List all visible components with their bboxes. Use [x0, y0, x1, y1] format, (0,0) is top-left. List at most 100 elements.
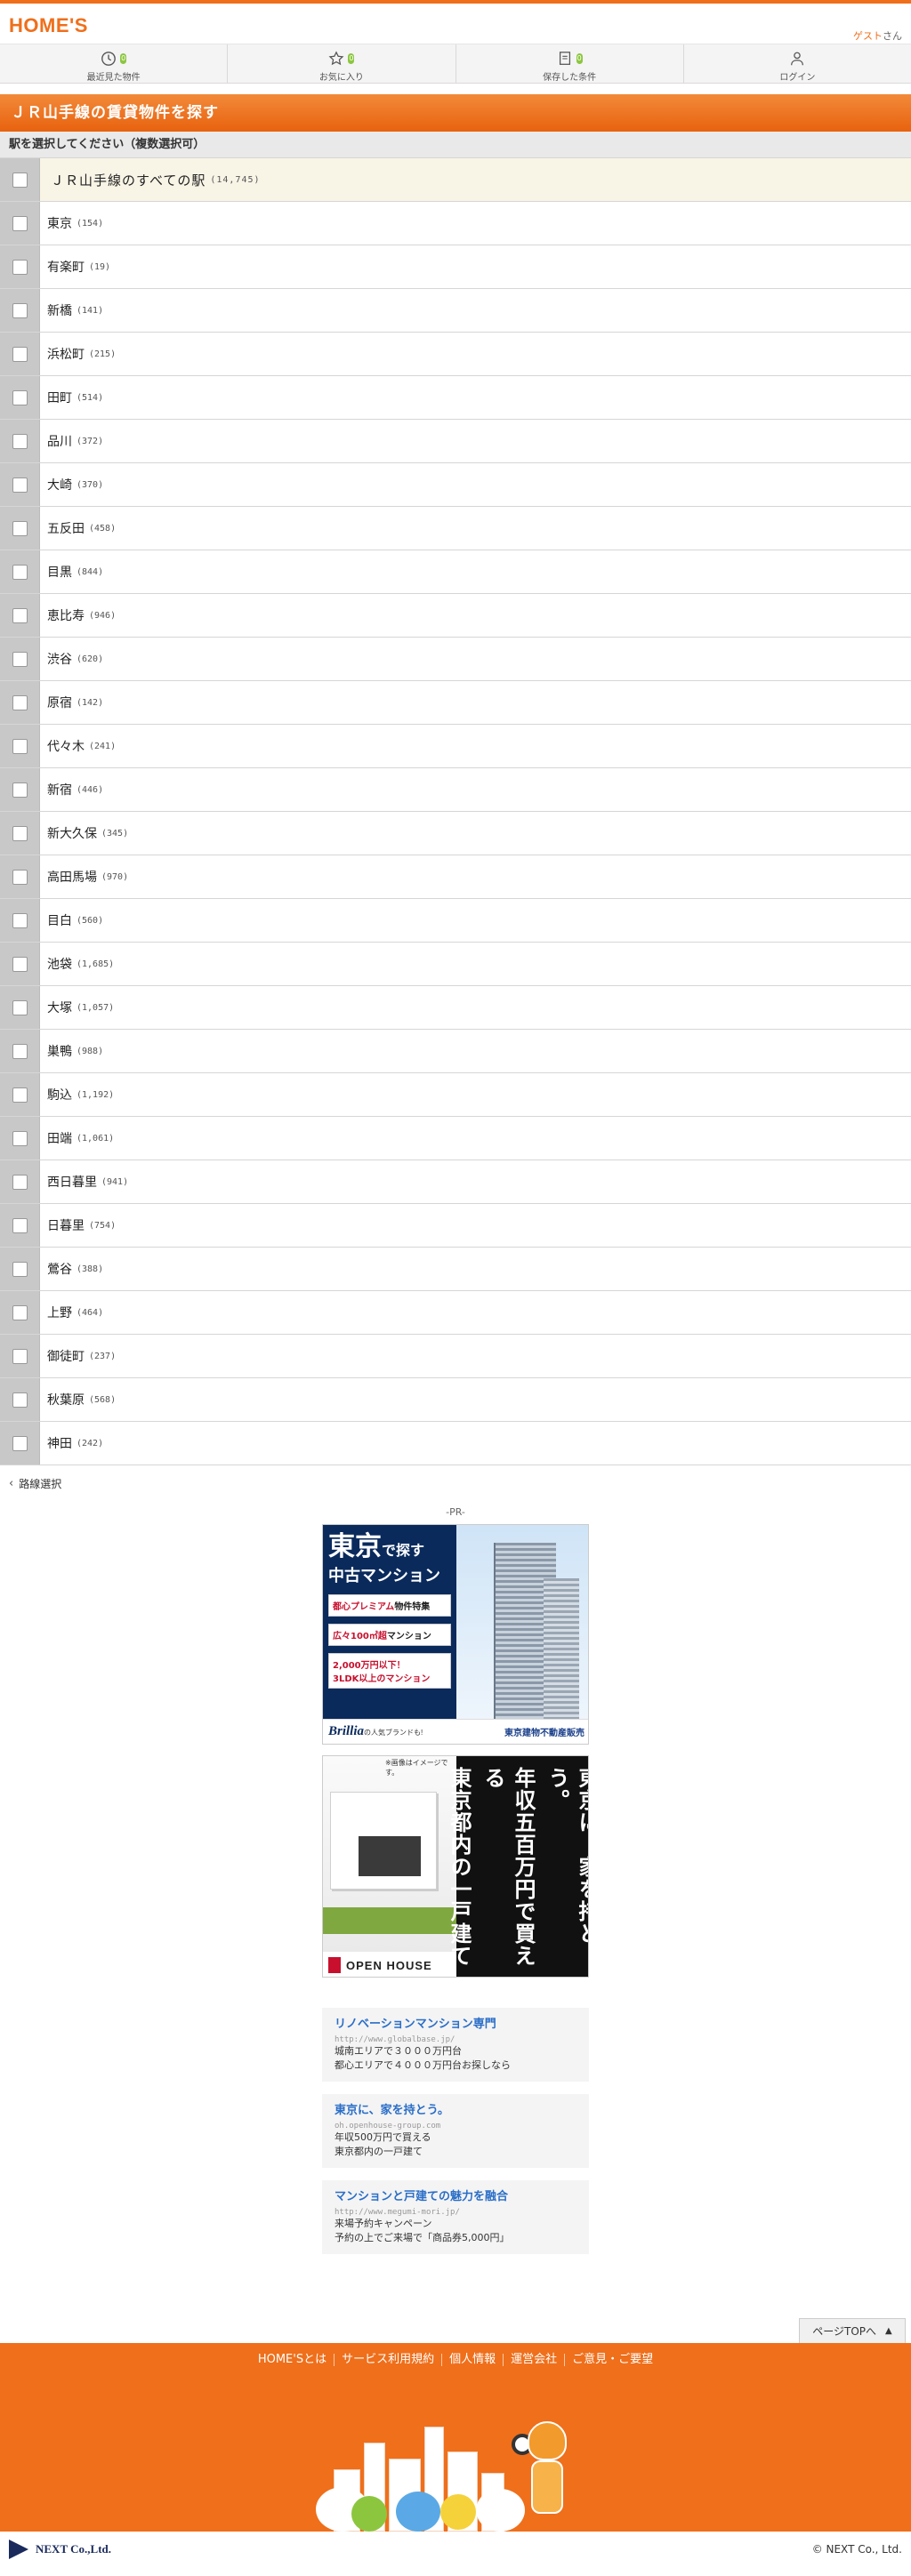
checkbox[interactable] [12, 1261, 28, 1277]
checkbox-cell[interactable] [0, 1378, 40, 1421]
checkbox-cell[interactable] [0, 855, 40, 898]
checkbox[interactable] [12, 1392, 28, 1408]
checkbox-cell[interactable] [0, 1117, 40, 1160]
station-row[interactable]: 巣鴨 (988) [0, 1030, 911, 1073]
station-row-all[interactable]: ＪＲ山手線のすべての駅 (14,745) [0, 158, 911, 202]
checkbox-cell[interactable] [0, 1335, 40, 1377]
station-row[interactable]: 池袋 (1,685) [0, 943, 911, 986]
checkbox-cell[interactable] [0, 768, 40, 811]
checkbox[interactable] [12, 259, 28, 275]
page-top-button[interactable]: ページTOPへ ▲ [799, 2318, 906, 2343]
checkbox[interactable] [12, 1304, 28, 1320]
station-row[interactable]: 恵比寿 (946) [0, 594, 911, 638]
station-row[interactable]: 品川 (372) [0, 420, 911, 463]
checkbox-cell[interactable] [0, 812, 40, 855]
checkbox[interactable] [12, 694, 28, 710]
ad-banner-openhouse[interactable]: ※画像はイメージです。 OPEN HOUSE 東京に、家を持とう。 年収五百万円… [322, 1755, 589, 1978]
checkbox-cell[interactable] [0, 1160, 40, 1203]
nav-login[interactable]: ログイン [684, 44, 911, 83]
checkbox[interactable] [12, 607, 28, 623]
checkbox-cell[interactable] [0, 245, 40, 288]
station-row[interactable]: 東京 (154) [0, 202, 911, 245]
checkbox-cell[interactable] [0, 333, 40, 375]
checkbox-cell[interactable] [0, 1204, 40, 1247]
checkbox-cell[interactable] [0, 1248, 40, 1290]
checkbox[interactable] [12, 346, 28, 362]
checkbox[interactable] [12, 215, 28, 231]
station-row[interactable]: 秋葉原 (568) [0, 1378, 911, 1422]
station-row[interactable]: 新宿 (446) [0, 768, 911, 812]
text-ad[interactable]: 東京に、家を持とう。 oh.openhouse-group.com 年収500万円で… [322, 2094, 589, 2168]
checkbox[interactable] [12, 912, 28, 928]
nav-saved-conditions[interactable]: 0 保存した条件 [456, 44, 684, 83]
checkbox-cell[interactable] [0, 899, 40, 942]
text-ad-title[interactable]: 東京に、家を持とう。 [335, 2103, 576, 2119]
checkbox[interactable] [12, 1087, 28, 1103]
checkbox-cell[interactable] [0, 463, 40, 506]
footer-link-company[interactable]: 運営会社 [504, 2354, 566, 2366]
checkbox-cell[interactable] [0, 202, 40, 245]
ad-banner-tokyo-mansion[interactable]: 東京で探す 中古マンション 都心プレミアム物件特集 広々100㎡超マンション 2… [322, 1524, 589, 1745]
station-row[interactable]: 田町 (514) [0, 376, 911, 420]
guest-name[interactable]: ゲスト [853, 30, 883, 42]
station-row[interactable]: 駒込 (1,192) [0, 1073, 911, 1117]
checkbox-cell[interactable] [0, 289, 40, 332]
checkbox[interactable] [12, 1435, 28, 1451]
text-ad-title[interactable]: マンションと戸建ての魅力を融合 [335, 2189, 576, 2205]
footer-link-feedback[interactable]: ご意見・ご要望 [565, 2354, 660, 2366]
checkbox-cell[interactable] [0, 550, 40, 593]
text-ad[interactable]: マンションと戸建ての魅力を融合 http://www.megumi-mori.jp… [322, 2180, 589, 2254]
checkbox[interactable] [12, 433, 28, 449]
station-row[interactable]: 原宿 (142) [0, 681, 911, 725]
station-row[interactable]: 新大久保 (345) [0, 812, 911, 855]
checkbox-cell[interactable] [0, 681, 40, 724]
checkbox-cell[interactable] [0, 1422, 40, 1465]
checkbox[interactable] [12, 956, 28, 972]
checkbox[interactable] [12, 1043, 28, 1059]
checkbox-cell[interactable] [0, 158, 40, 201]
checkbox[interactable] [12, 1130, 28, 1146]
station-row[interactable]: 浜松町 (215) [0, 333, 911, 376]
back-to-line-selection[interactable]: ‹ 路線選択 [0, 1465, 911, 1501]
station-row[interactable]: 五反田 (458) [0, 507, 911, 550]
checkbox-cell[interactable] [0, 376, 40, 419]
nav-favorites[interactable]: 0 お気に入り [228, 44, 456, 83]
checkbox-cell[interactable] [0, 1030, 40, 1072]
checkbox[interactable] [12, 564, 28, 580]
checkbox[interactable] [12, 738, 28, 754]
nav-recent[interactable]: 0 最近見た物件 [0, 44, 229, 83]
station-row[interactable]: 鶯谷 (388) [0, 1248, 911, 1291]
checkbox-cell[interactable] [0, 594, 40, 637]
station-row[interactable]: 目白 (560) [0, 899, 911, 943]
station-row[interactable]: 大塚 (1,057) [0, 986, 911, 1030]
checkbox-cell[interactable] [0, 1073, 40, 1116]
checkbox[interactable] [12, 172, 28, 188]
checkbox-cell[interactable] [0, 507, 40, 550]
checkbox-cell[interactable] [0, 943, 40, 985]
checkbox[interactable] [12, 477, 28, 493]
checkbox[interactable] [12, 1174, 28, 1190]
station-row[interactable]: 有楽町 (19) [0, 245, 911, 289]
station-row[interactable]: 渋谷 (620) [0, 638, 911, 681]
station-row[interactable]: 御徒町 (237) [0, 1335, 911, 1378]
footer-link-terms[interactable]: サービス利用規約 [335, 2354, 443, 2366]
station-row[interactable]: 高田馬場 (970) [0, 855, 911, 899]
station-row[interactable]: 上野 (464) [0, 1291, 911, 1335]
station-row[interactable]: 大崎 (370) [0, 463, 911, 507]
checkbox-cell[interactable] [0, 638, 40, 680]
footer-link-privacy[interactable]: 個人情報 [442, 2354, 504, 2366]
checkbox-cell[interactable] [0, 420, 40, 462]
text-ad-title[interactable]: リノベーションマンション専門 [335, 2017, 576, 2033]
checkbox[interactable] [12, 520, 28, 536]
station-row[interactable]: 目黒 (844) [0, 550, 911, 594]
station-row[interactable]: 西日暮里 (941) [0, 1160, 911, 1204]
checkbox-cell[interactable] [0, 986, 40, 1029]
checkbox[interactable] [12, 389, 28, 405]
station-row[interactable]: 代々木 (241) [0, 725, 911, 768]
checkbox[interactable] [12, 782, 28, 798]
footer-link-about[interactable]: HOME'Sとは [251, 2354, 335, 2366]
station-row[interactable]: 神田 (242) [0, 1422, 911, 1465]
checkbox[interactable] [12, 1217, 28, 1233]
checkbox[interactable] [12, 302, 28, 318]
checkbox[interactable] [12, 825, 28, 841]
